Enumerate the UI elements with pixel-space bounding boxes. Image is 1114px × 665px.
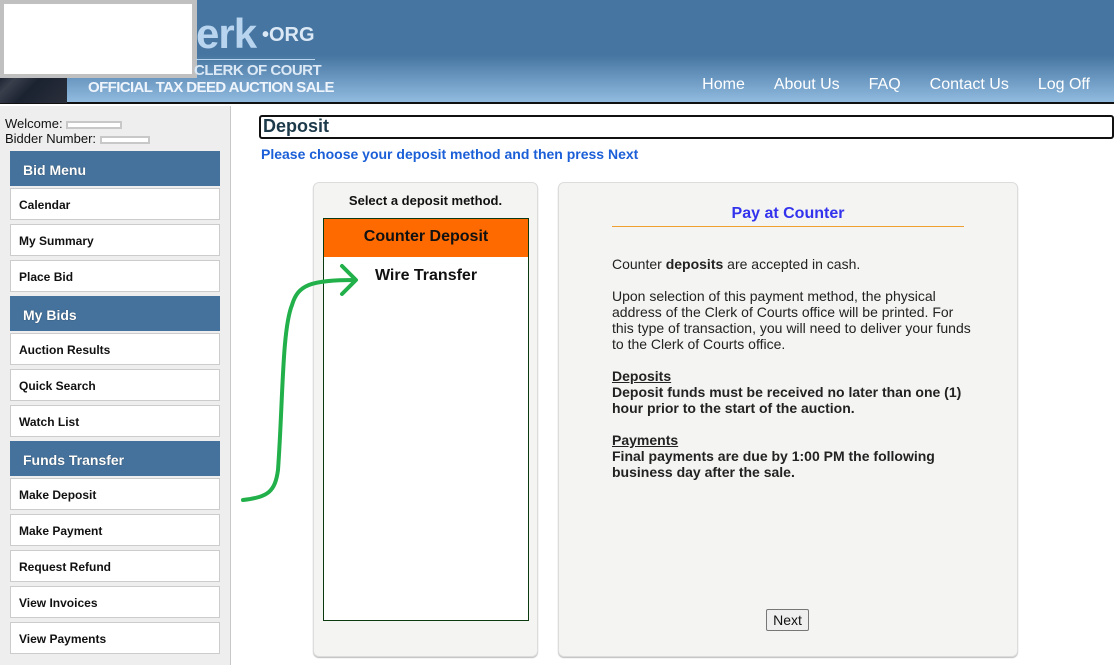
page-title: Deposit [259,115,1114,139]
detail-intro: Counter deposits are accepted in cash. [612,256,972,272]
logo-org: •ORG [262,24,315,46]
menu-header-bid-menu: Bid Menu [10,151,220,186]
sidebar-item-calendar[interactable]: Calendar [10,188,220,220]
sidebar-item-quick-search[interactable]: Quick Search [10,369,220,401]
logo-text: erk [196,10,257,57]
menu-header-my-bids: My Bids [10,296,220,331]
sidebar-item-watch-list[interactable]: Watch List [10,405,220,437]
instructions-text: Please choose your deposit method and th… [261,146,639,162]
sidebar-item-view-invoices[interactable]: View Invoices [10,586,220,618]
sidebar-item-place-bid[interactable]: Place Bid [10,260,220,292]
sidebar-item-auction-results[interactable]: Auction Results [10,333,220,365]
site-header: erk •ORG CLERK OF COURT OFFICIAL TAX DEE… [0,0,1114,104]
user-info: Welcome: Bidder Number: [5,116,150,146]
bidder-number-label: Bidder Number: [5,131,97,146]
redacted-username [66,120,123,129]
deposits-heading: Deposits [612,368,672,384]
logo-tagline: CLERK OF COURT [194,62,322,79]
method-panel-title: Select a deposit method. [348,193,503,208]
sidebar-menu: Bid Menu Calendar My Summary Place Bid M… [10,151,220,658]
payments-heading: Payments [612,432,679,448]
logo-divider [196,59,315,60]
top-nav: Home About Us FAQ Contact Us Log Off [673,76,1090,94]
deposits-text: Deposit funds must be received no later … [612,384,962,416]
next-button[interactable]: Next [766,609,809,631]
nav-home[interactable]: Home [702,76,745,94]
welcome-label: Welcome: [5,116,63,131]
deposit-method-list[interactable]: Counter Deposit Wire Transfer [323,218,529,621]
redacted-bidder-number [99,135,150,144]
sidebar-item-view-payments[interactable]: View Payments [10,622,220,654]
nav-contact-us[interactable]: Contact Us [930,76,1009,94]
nav-about-us[interactable]: About Us [774,76,840,94]
payments-text: Final payments are due by 1:00 PM the fo… [612,448,935,480]
detail-intro-post: are accepted in cash. [723,256,861,272]
detail-description: Upon selection of this payment method, t… [612,288,971,352]
deposit-method-panel: Select a deposit method. Counter Deposit… [313,182,538,657]
sidebar-item-request-refund[interactable]: Request Refund [10,550,220,582]
redacted-logo [0,0,197,78]
detail-intro-pre: Counter [612,256,666,272]
deposits-section: Deposits Deposit funds must be received … [612,368,972,416]
sidebar-item-make-deposit[interactable]: Make Deposit [10,478,220,510]
menu-header-funds-transfer: Funds Transfer [10,441,220,476]
detail-body: Counter deposits are accepted in cash. U… [612,256,972,496]
method-detail-panel: Pay at Counter Counter deposits are acce… [558,182,1018,657]
sidebar-item-make-payment[interactable]: Make Payment [10,514,220,546]
sidebar: Welcome: Bidder Number: Bid Menu Calenda… [0,106,231,665]
logo-subtitle: OFFICIAL TAX DEED AUCTION SALE [88,79,335,96]
nav-log-off[interactable]: Log Off [1038,76,1090,94]
detail-intro-bold: deposits [665,256,724,272]
method-option-counter-deposit[interactable]: Counter Deposit [324,219,528,257]
nav-faq[interactable]: FAQ [869,76,901,94]
payments-section: Payments Final payments are due by 1:00 … [612,432,972,480]
method-option-wire-transfer[interactable]: Wire Transfer [324,257,528,295]
detail-title: Pay at Counter [612,205,964,227]
sidebar-item-my-summary[interactable]: My Summary [10,224,220,256]
